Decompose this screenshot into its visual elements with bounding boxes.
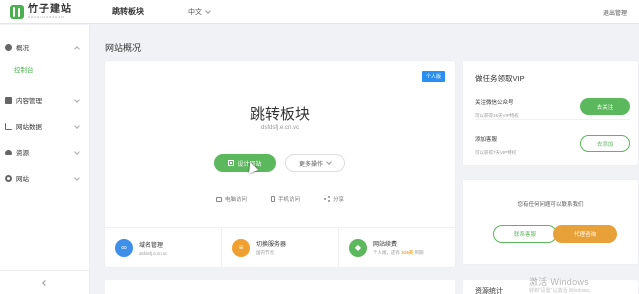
site-title: 跳转板块 — [249, 106, 310, 123]
chevron-down-icon — [74, 149, 80, 155]
desktop-visit-link[interactable]: 电脑访问 — [215, 195, 247, 203]
domain-management[interactable]: ∞ 域名管理 dsfdsfj.e.cn.vc — [105, 228, 222, 267]
chevron-down-icon — [326, 159, 332, 165]
monitor-icon — [215, 196, 222, 202]
chevron-left-icon — [42, 279, 48, 286]
bottom-left-card — [105, 280, 455, 294]
document-icon — [5, 96, 12, 104]
bamboo-logo-icon — [10, 4, 24, 19]
renewal-prefix: 个人版，还有 — [373, 250, 400, 255]
sidebar-item-overview[interactable]: 概况 — [0, 34, 89, 60]
logo[interactable]: 竹子建站 ZHUZIJIANZHAN — [0, 0, 90, 24]
sidebar-item-website[interactable]: 网站 — [0, 165, 89, 191]
server-icon: ≡ — [232, 238, 250, 257]
page-title: 网站概况 — [105, 43, 142, 53]
top-bar: 竹子建站 ZHUZIJIANZHAN 跳转板块 中文 退出管理 — [0, 0, 639, 24]
sidebar-item-label: 资源 — [16, 150, 29, 157]
resource-stats-title: 资源统计 — [475, 288, 503, 294]
mobile-visit-link[interactable]: 手机访问 — [270, 195, 300, 203]
cloud-icon — [5, 149, 12, 155]
switch-server[interactable]: ≡ 切换服务器 国内节点 — [222, 228, 339, 267]
contact-card: 您有任何问题可以联系我们 联系客服 代理咨询 — [463, 180, 638, 264]
task-card-title: 做任务领取VIP — [475, 74, 525, 83]
chevron-down-icon — [74, 97, 80, 103]
chevron-down-icon — [74, 175, 80, 181]
chevron-up-icon — [74, 46, 80, 52]
vip-task-card: 做任务领取VIP 关注微信公众号 可以获得15天VIP特权 去关注 添加客服 可… — [463, 61, 638, 165]
info-icon — [5, 43, 12, 51]
site-overview-card: 个人版 跳转板块 dsfdsfj.e.cn.vc 设计网站 更多操作 电脑访问 … — [105, 61, 455, 267]
info-sub: 国内节点 — [256, 250, 274, 255]
plan-badge: 个人版 — [421, 71, 445, 82]
sidebar-subitem-dashboard[interactable]: 控制台 — [0, 60, 89, 78]
info-title: 域名管理 — [139, 242, 164, 249]
sidebar-item-content[interactable]: 内容管理 — [0, 87, 89, 113]
quick-links: 电脑访问 手机访问 分享 — [105, 195, 455, 203]
remaining-days: 319天 — [401, 250, 414, 255]
sidebar-item-site-data[interactable]: 网站数据 — [0, 113, 89, 139]
gear-icon — [5, 174, 12, 182]
site-renewal[interactable]: ◆ 网站续费 个人版，还有 319天 到期 — [339, 228, 455, 267]
info-sub: 个人版，还有 319天 到期 — [373, 250, 424, 256]
link-icon: ∞ — [115, 238, 133, 257]
contact-text: 您有任何问题可以联系我们 — [517, 202, 584, 208]
share-icon — [324, 196, 330, 202]
add-service-button[interactable]: 去添加 — [580, 135, 630, 152]
diamond-icon: ◆ — [349, 238, 367, 257]
contact-service-button[interactable]: 联系客服 — [493, 225, 557, 243]
divider — [475, 119, 630, 120]
agent-consult-button[interactable]: 代理咨询 — [553, 225, 617, 243]
chevron-down-icon — [74, 123, 80, 129]
info-sub: dsfdsfj.e.cn.vc — [139, 250, 168, 256]
info-title: 网站续费 — [373, 242, 398, 248]
chart-icon — [5, 122, 12, 130]
site-info-row: ∞ 域名管理 dsfdsfj.e.cn.vc ≡ 切换服务器 国内节点 ◆ 网站… — [105, 227, 455, 267]
phone-icon — [270, 196, 275, 202]
more-actions-label: 更多操作 — [298, 161, 323, 168]
site-domain: dsfdsfj.e.cn.vc — [260, 125, 299, 131]
sidebar-item-label: 内容管理 — [16, 98, 42, 105]
logo-name: 竹子建站 — [28, 3, 72, 15]
logo-subtitle: ZHUZIJIANZHAN — [28, 14, 65, 19]
chevron-down-icon — [205, 7, 211, 14]
sidebar-item-label: 网站 — [16, 176, 29, 183]
info-title: 切换服务器 — [256, 242, 287, 248]
windows-activation-sub: 转到“设置”以激活 Windows。 — [529, 288, 595, 294]
sidebar-item-label: 网站数据 — [16, 124, 42, 131]
language-label: 中文 — [188, 8, 202, 16]
desktop-visit-label: 电脑访问 — [224, 197, 247, 203]
task-item: 添加客服 可以获得7天VIP特权 去添加 — [475, 135, 630, 156]
share-link[interactable]: 分享 — [324, 195, 344, 203]
mobile-visit-label: 手机访问 — [277, 197, 300, 203]
current-site-name: 跳转板块 — [112, 7, 144, 16]
more-actions-button[interactable]: 更多操作 — [285, 154, 345, 172]
sidebar-item-label: 概况 — [16, 45, 29, 52]
sidebar-item-resources[interactable]: 资源 — [0, 139, 89, 165]
sidebar-collapse-button[interactable] — [0, 270, 90, 294]
sidebar: 概况 控制台 内容管理 网站数据 资源 网站 — [0, 25, 90, 294]
renewal-suffix: 到期 — [414, 250, 424, 255]
share-label: 分享 — [333, 197, 345, 203]
task-item: 关注微信公众号 可以获得15天VIP特权 去关注 — [475, 98, 630, 119]
follow-button[interactable]: 去关注 — [580, 98, 630, 115]
language-selector[interactable]: 中文 — [188, 7, 211, 17]
design-icon — [228, 160, 235, 166]
logout-link[interactable]: 退出管理 — [603, 8, 627, 17]
